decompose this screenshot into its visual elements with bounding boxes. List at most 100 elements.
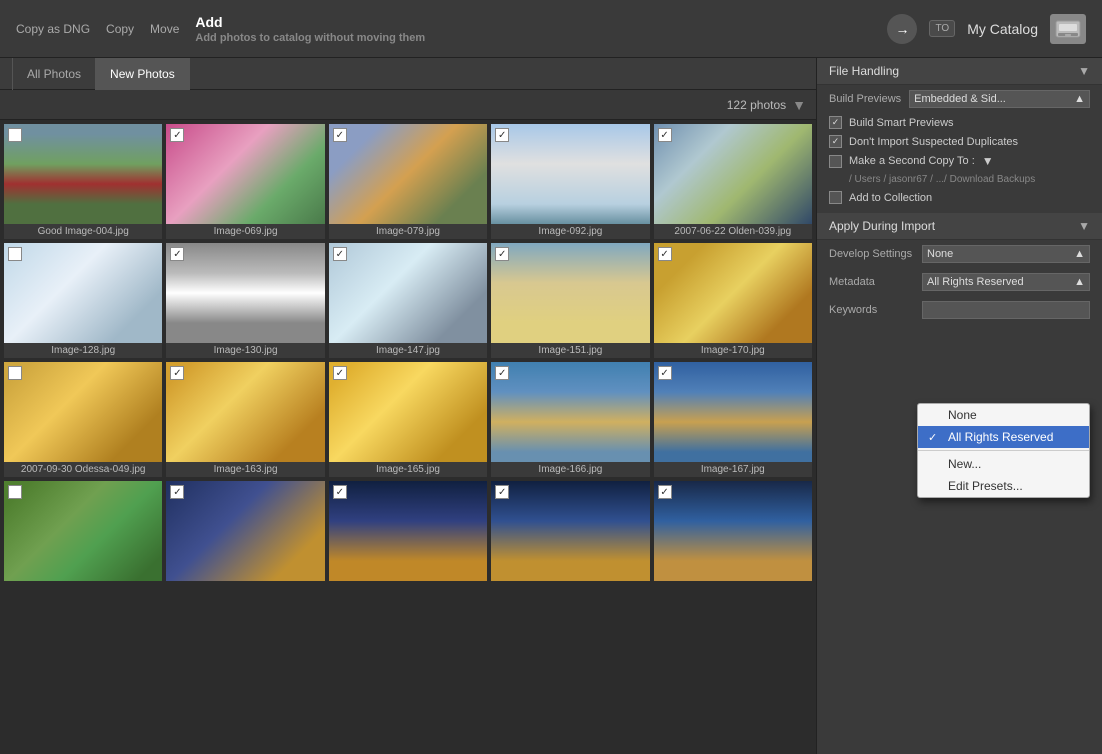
photo-cell-p8[interactable]: Image-147.jpg	[329, 243, 487, 358]
dont-import-dupes-row[interactable]: Don't Import Suspected Duplicates	[817, 132, 1102, 151]
add-to-collection-checkbox[interactable]	[829, 191, 842, 204]
tab-new-photos[interactable]: New Photos	[96, 58, 190, 90]
photo-checkbox-p19[interactable]	[495, 485, 509, 499]
keywords-label: Keywords	[829, 304, 914, 316]
file-handling-header[interactable]: File Handling ▼	[817, 58, 1102, 85]
metadata-select[interactable]: All Rights Reserved ▲	[922, 273, 1090, 291]
photo-checkbox-p4[interactable]	[495, 128, 509, 142]
photo-thumb-p2	[166, 124, 324, 224]
photo-checkbox-p2[interactable]	[170, 128, 184, 142]
photo-cell-p18[interactable]	[329, 481, 487, 581]
photo-thumb-p17	[166, 481, 324, 581]
photo-thumb-p1	[4, 124, 162, 224]
dropdown-item-new[interactable]: New...	[918, 453, 1089, 475]
dont-import-dupes-label: Don't Import Suspected Duplicates	[849, 136, 1018, 148]
dropdown-all-rights-label: All Rights Reserved	[948, 430, 1053, 444]
metadata-dropdown: None ✓ All Rights Reserved New... Edit P…	[917, 403, 1090, 498]
keywords-input[interactable]	[922, 301, 1090, 319]
photo-thumb-p19	[491, 481, 649, 581]
photo-checkbox-p3[interactable]	[333, 128, 347, 142]
keywords-row: Keywords	[817, 296, 1102, 324]
add-action[interactable]: Add Add photos to catalog without moving…	[195, 14, 425, 44]
photo-checkbox-p1[interactable]	[8, 128, 22, 142]
photo-checkbox-p6[interactable]	[8, 247, 22, 261]
photo-grid: Good Image-004.jpgImage-069.jpgImage-079…	[0, 120, 816, 754]
photo-cell-p1[interactable]: Good Image-004.jpg	[4, 124, 162, 239]
add-subtitle: Add photos to catalog without moving the…	[195, 32, 425, 44]
dropdown-item-edit-presets[interactable]: Edit Presets...	[918, 475, 1089, 497]
photo-checkbox-p18[interactable]	[333, 485, 347, 499]
dropdown-edit-presets-label: Edit Presets...	[948, 479, 1023, 493]
build-smart-previews-row[interactable]: Build Smart Previews	[817, 113, 1102, 132]
add-to-collection-row[interactable]: Add to Collection	[817, 188, 1102, 207]
apply-chevron: ▼	[1078, 219, 1090, 233]
photo-checkbox-p11[interactable]	[8, 366, 22, 380]
navigate-arrow[interactable]: →	[887, 14, 917, 44]
photo-cell-p2[interactable]: Image-069.jpg	[166, 124, 324, 239]
photo-label-p10: Image-170.jpg	[654, 343, 812, 358]
photo-checkbox-p9[interactable]	[495, 247, 509, 261]
photo-count: 122 photos	[727, 98, 786, 112]
photo-label-p12: Image-163.jpg	[166, 462, 324, 477]
photo-checkbox-p12[interactable]	[170, 366, 184, 380]
copy-as-dng-action[interactable]: Copy as DNG	[16, 22, 90, 36]
build-previews-label: Build Previews	[829, 93, 901, 105]
tab-all-photos[interactable]: All Photos	[12, 58, 96, 90]
photo-checkbox-p14[interactable]	[495, 366, 509, 380]
metadata-arrow: ▲	[1074, 276, 1085, 288]
photo-checkbox-p15[interactable]	[658, 366, 672, 380]
photo-cell-p17[interactable]	[166, 481, 324, 581]
photo-cell-p20[interactable]	[654, 481, 812, 581]
dropdown-item-none[interactable]: None	[918, 404, 1089, 426]
metadata-label: Metadata	[829, 276, 914, 288]
photo-cell-p16[interactable]	[4, 481, 162, 581]
photo-cell-p7[interactable]: Image-130.jpg	[166, 243, 324, 358]
photo-checkbox-p20[interactable]	[658, 485, 672, 499]
photo-cell-p6[interactable]: Image-128.jpg	[4, 243, 162, 358]
photo-cell-p12[interactable]: Image-163.jpg	[166, 362, 324, 477]
photo-cell-p19[interactable]	[491, 481, 649, 581]
copy-action[interactable]: Copy	[106, 22, 134, 36]
photo-cell-p9[interactable]: Image-151.jpg	[491, 243, 649, 358]
filter-icon[interactable]: ▼	[792, 97, 806, 113]
photo-thumb-p18	[329, 481, 487, 581]
dont-import-dupes-checkbox[interactable]	[829, 135, 842, 148]
photo-checkbox-p17[interactable]	[170, 485, 184, 499]
photo-checkbox-p5[interactable]	[658, 128, 672, 142]
make-second-copy-checkbox[interactable]	[829, 155, 842, 168]
photo-cell-p11[interactable]: 2007-09-30 Odessa-049.jpg	[4, 362, 162, 477]
make-second-copy-row[interactable]: Make a Second Copy To : ▼	[817, 151, 1102, 171]
photo-cell-p13[interactable]: Image-165.jpg	[329, 362, 487, 477]
top-bar-right: → TO My Catalog	[887, 14, 1086, 44]
photo-checkbox-p16[interactable]	[8, 485, 22, 499]
move-action[interactable]: Move	[150, 22, 179, 36]
left-content: All Photos New Photos 122 photos ▼ Good …	[0, 58, 817, 754]
build-previews-select-arrow: ▲	[1074, 93, 1085, 105]
apply-during-import-header[interactable]: Apply During Import ▼	[817, 213, 1102, 240]
photo-cell-p10[interactable]: Image-170.jpg	[654, 243, 812, 358]
tabs-bar: All Photos New Photos	[0, 58, 816, 90]
photo-label-p7: Image-130.jpg	[166, 343, 324, 358]
metadata-row: Metadata All Rights Reserved ▲	[817, 268, 1102, 296]
photo-thumb-p13	[329, 362, 487, 462]
develop-settings-select[interactable]: None ▲	[922, 245, 1090, 263]
build-smart-previews-checkbox[interactable]	[829, 116, 842, 129]
photo-cell-p3[interactable]: Image-079.jpg	[329, 124, 487, 239]
photo-cell-p15[interactable]: Image-167.jpg	[654, 362, 812, 477]
drive-icon	[1050, 14, 1086, 44]
main-layout: All Photos New Photos 122 photos ▼ Good …	[0, 58, 1102, 754]
build-previews-select[interactable]: Embedded & Sid... ▲	[909, 90, 1090, 108]
dropdown-item-all-rights[interactable]: ✓ All Rights Reserved	[918, 426, 1089, 448]
photo-checkbox-p10[interactable]	[658, 247, 672, 261]
photo-thumb-p15	[654, 362, 812, 462]
photo-cell-p14[interactable]: Image-166.jpg	[491, 362, 649, 477]
photo-checkbox-p7[interactable]	[170, 247, 184, 261]
develop-settings-label: Develop Settings	[829, 248, 914, 260]
build-smart-previews-label: Build Smart Previews	[849, 117, 954, 129]
photo-thumb-p16	[4, 481, 162, 581]
photo-cell-p4[interactable]: Image-092.jpg	[491, 124, 649, 239]
photo-cell-p5[interactable]: 2007-06-22 Olden-039.jpg	[654, 124, 812, 239]
photo-checkbox-p13[interactable]	[333, 366, 347, 380]
photo-thumb-p11	[4, 362, 162, 462]
photo-checkbox-p8[interactable]	[333, 247, 347, 261]
